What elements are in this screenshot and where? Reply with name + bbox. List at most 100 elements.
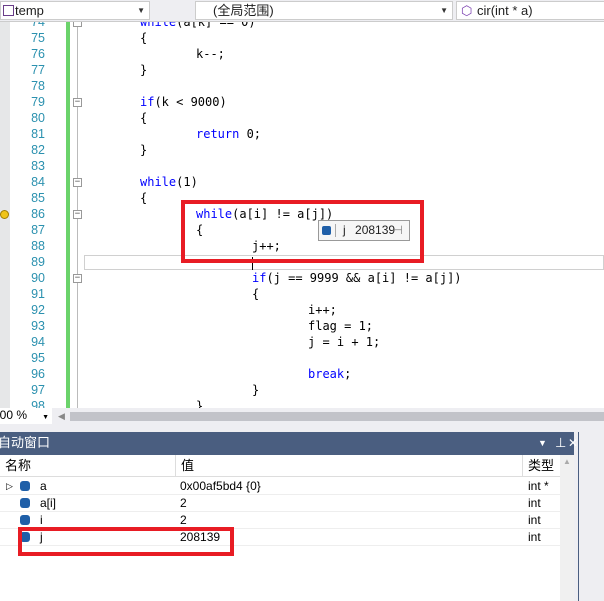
variable-value[interactable]: 2 [180,512,187,528]
column-label: 值 [181,458,195,473]
line-number: 79 [31,95,45,109]
zoom-level: 100 % [0,408,28,422]
function-label: cir(int * a) [477,3,533,18]
line-number: 75 [31,31,45,45]
line-number: 87 [31,223,45,237]
autos-vertical-scrollbar[interactable]: ▲ [560,455,574,601]
code-line[interactable]: 74 − while(a[k] == 0) [0,22,604,30]
keyword: break [308,367,345,381]
collapse-icon[interactable]: − [73,98,82,107]
code-token: { [140,31,148,45]
expand-icon[interactable]: ▷ [6,478,13,494]
zoom-dropdown[interactable]: 100 % ▼ [0,408,52,424]
column-name[interactable]: 名称 [0,455,176,476]
line-number: 86 [31,207,45,221]
code-token: } [140,63,148,77]
line-number: 78 [31,79,45,93]
collapse-icon[interactable]: − [73,274,82,283]
code-text: if(k < 9000) [140,94,227,110]
code-line[interactable]: 78 [0,78,604,94]
line-number: 82 [31,143,45,157]
code-token: j = i + 1; [308,335,381,349]
code-line[interactable]: 84 − while(1) [0,174,604,190]
project-label: temp [15,3,44,18]
column-type[interactable]: 类型 [523,455,560,476]
column-label: 名称 [5,458,32,473]
code-line[interactable]: 94 j = i + 1; [0,334,604,350]
line-number: 94 [31,335,45,349]
line-number: 74 [31,22,45,29]
scope-dropdown[interactable]: (全局范围) ▼ [195,1,453,20]
code-editor[interactable]: 74− while(a[k] == 0) 75{76 k--; 77} 78 79− if(k… [0,22,604,408]
variable-value[interactable]: 2 [180,495,187,511]
variable-icon [20,481,30,491]
code-line[interactable]: 95 [0,350,604,366]
code-text: i++; [308,302,337,318]
variable-type: int [528,530,541,544]
collapse-icon[interactable]: − [73,210,82,219]
navigation-bar: temp ▼ (全局范围) ▼ ⬡ cir(int * a) [0,0,604,22]
line-number: 93 [31,319,45,333]
code-line[interactable]: 75 { [0,30,604,46]
horizontal-scrollbar[interactable] [70,412,604,421]
code-line[interactable]: 83 [0,158,604,174]
variable-type: int [528,496,541,510]
keyword: if [252,271,267,285]
autos-row[interactable]: ▷ a 0x00af5bd4 {0} int * [0,478,560,495]
line-number: 95 [31,351,45,365]
code-line[interactable]: 93 flag = 1; [0,318,604,334]
code-text: } [140,142,147,158]
code-text: { [252,286,259,302]
code-text: if(j == 9999 && a[i] != a[j]) [252,270,462,286]
code-text: break; [308,366,351,382]
column-value[interactable]: 值 [176,455,523,476]
code-line[interactable]: 77} [0,62,604,78]
collapse-icon[interactable]: − [73,178,82,187]
editor-status-bar: 100 % ▼ ◀ [0,408,604,424]
line-number: 92 [31,303,45,317]
variable-type: int [528,513,541,527]
code-token: 0; [239,127,262,141]
line-number: 77 [31,63,45,77]
variable-icon [20,515,30,525]
line-number: 89 [31,255,45,269]
variable-icon [20,498,30,508]
code-token: (k < 9000) [154,95,227,109]
code-line[interactable]: 92 i++; [0,302,604,318]
code-text: j = i + 1; [308,334,380,350]
autos-row[interactable]: a[i] 2 int [0,495,560,512]
code-token: (1) [176,175,198,189]
code-line[interactable]: 81 return 0; [0,126,604,142]
code-line[interactable]: 76 k--; [0,46,604,62]
code-token: k--; [196,47,225,61]
pin-icon[interactable]: ⊥ [555,432,566,454]
code-line[interactable]: 98} [0,398,604,408]
scope-label: (全局范围) [213,3,274,18]
code-line[interactable]: 90 − if(j == 9999 && a[i] != a[j]) [0,270,604,286]
close-icon[interactable]: ✕ [568,432,578,454]
project-dropdown[interactable]: temp ▼ [0,1,150,20]
line-number: 81 [31,127,45,141]
code-line[interactable]: 80 { [0,110,604,126]
code-token: } [252,383,260,397]
collapse-icon[interactable]: − [73,22,82,27]
highlight-box [18,527,234,556]
scroll-up-icon[interactable]: ▲ [563,457,571,466]
code-line[interactable]: 79 − if(k < 9000) [0,94,604,110]
variable-name: a[i] [40,496,57,510]
line-number: 97 [31,383,45,397]
code-line[interactable]: 91 { [0,286,604,302]
code-line[interactable]: 97} [0,382,604,398]
chevron-down-icon: ▼ [137,6,145,15]
variable-value[interactable]: 0x00af5bd4 {0} [180,478,261,494]
variable-name: a [40,479,47,493]
code-line[interactable]: 96 break; [0,366,604,382]
autos-title: 自动窗口 [0,435,51,450]
keyword: return [196,127,240,141]
scroll-left-icon[interactable]: ◀ [58,411,65,422]
code-line[interactable]: 82} [0,142,604,158]
keyword: while [140,175,177,189]
function-dropdown[interactable]: ⬡ cir(int * a) [456,1,604,20]
line-number: 85 [31,191,45,205]
dropdown-icon[interactable]: ▼ [538,432,547,454]
